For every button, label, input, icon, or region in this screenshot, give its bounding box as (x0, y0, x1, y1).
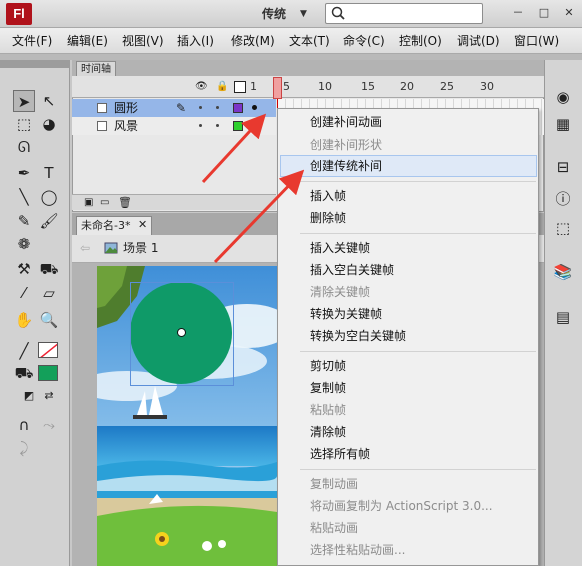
annotation-arrows (201, 113, 305, 264)
arrow-to-frame (201, 113, 267, 184)
arrow-to-menu-item (213, 169, 305, 264)
